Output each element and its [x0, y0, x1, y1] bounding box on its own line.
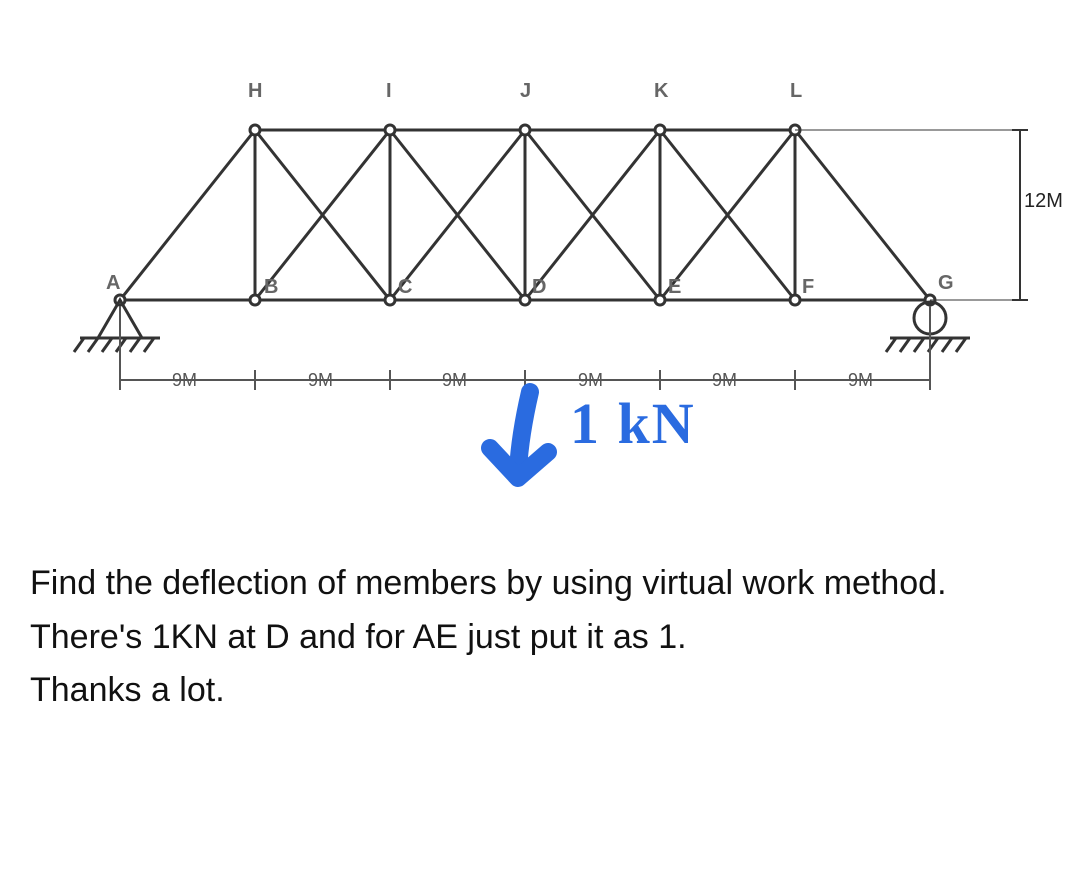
problem-line: Thanks a lot.	[30, 667, 1050, 715]
node-label-f: F	[802, 276, 814, 299]
height-label: 12M	[1024, 190, 1063, 213]
node-label-b: B	[264, 276, 278, 299]
node-label-c: C	[398, 276, 412, 299]
page-canvas: H I J K L A B C D E F G 9M 9M 9M 9M 9M 9…	[0, 0, 1080, 879]
span-label: 9M	[172, 370, 197, 391]
node-label-l: L	[790, 80, 802, 103]
node-label-j: J	[520, 80, 531, 103]
node-label-d: D	[532, 276, 546, 299]
load-annotation: 1 kN	[570, 390, 696, 457]
node-label-a: A	[106, 272, 120, 295]
node-label-h: H	[248, 80, 262, 103]
span-label: 9M	[848, 370, 873, 391]
span-label: 9M	[442, 370, 467, 391]
load-arrow-icon	[490, 392, 548, 478]
node-label-k: K	[654, 80, 668, 103]
node-label-g: G	[938, 272, 954, 295]
problem-line: Find the deflection of members by using …	[30, 560, 1050, 608]
span-label: 9M	[308, 370, 333, 391]
truss-figure: H I J K L A B C D E F G 9M 9M 9M 9M 9M 9…	[20, 40, 1060, 490]
node-label-e: E	[668, 276, 681, 299]
support-a-icon	[74, 300, 160, 352]
support-g-icon	[886, 302, 970, 352]
node-label-i: I	[386, 80, 392, 103]
span-label: 9M	[578, 370, 603, 391]
span-label: 9M	[712, 370, 737, 391]
problem-line: There's 1KN at D and for AE just put it …	[30, 614, 1050, 662]
truss-svg	[20, 40, 1060, 490]
problem-statement: Find the deflection of members by using …	[30, 560, 1050, 721]
